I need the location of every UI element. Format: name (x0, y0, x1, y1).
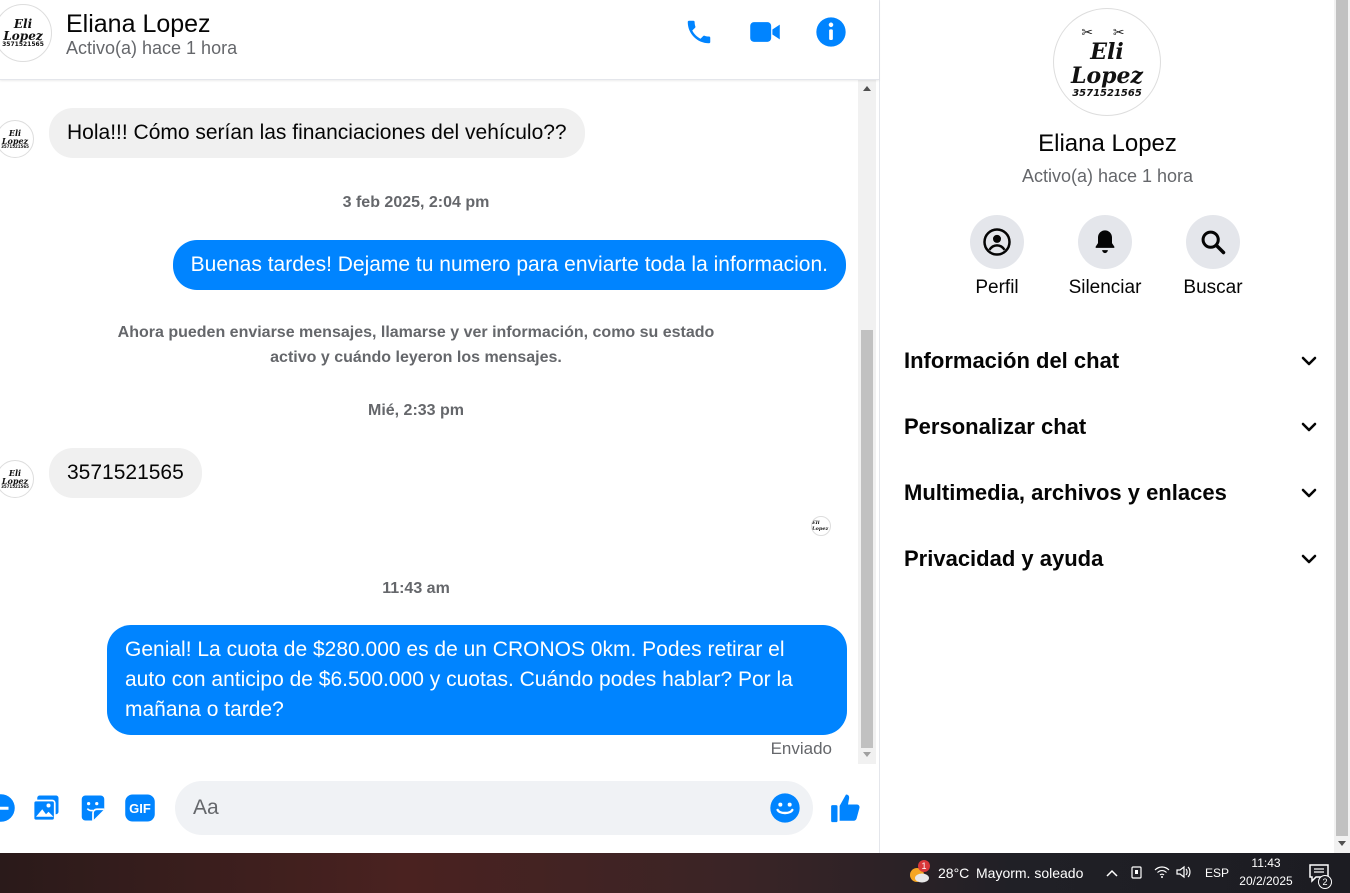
info-icon[interactable] (813, 14, 849, 50)
profile-action-label: Perfil (975, 277, 1019, 298)
section-title: Privacidad y ayuda (904, 546, 1104, 571)
search-action-button[interactable]: Buscar (1163, 215, 1263, 299)
composer: GIF (0, 764, 879, 853)
avatar-logo-phone: 3571521565 (1072, 88, 1142, 100)
volume-icon[interactable] (1176, 865, 1192, 884)
avatar-logo-phone: 3571521565 (1, 144, 29, 149)
temperature[interactable]: 28°C (938, 865, 969, 881)
chevron-down-icon (1301, 422, 1317, 432)
profile-avatar[interactable]: ✂ ✂ Eli Lopez 3571521565 (1053, 8, 1161, 116)
search-icon (1186, 215, 1240, 269)
scroll-thumb[interactable] (861, 330, 873, 748)
section-title: Personalizar chat (904, 414, 1087, 439)
section-chat-info[interactable]: Información del chat (904, 336, 1319, 386)
page-scroll-down-arrow[interactable] (1338, 841, 1346, 846)
image-icon[interactable] (29, 791, 63, 825)
timestamp: 11:43 am (382, 580, 450, 597)
outgoing-message[interactable]: Genial! La cuota de $280.000 es de un CR… (107, 625, 847, 735)
seen-indicator-avatar: Eli Lopez (811, 516, 831, 536)
mute-action-label: Silenciar (1068, 277, 1142, 298)
chevron-up-icon[interactable] (1105, 866, 1119, 884)
chat-header: Eli Lopez 3571521565 Eliana Lopez Activo… (0, 0, 879, 80)
sender-avatar[interactable]: Eli Lopez 3571521565 (0, 120, 34, 158)
contact-name[interactable]: Eliana Lopez (66, 10, 211, 39)
message-thread[interactable]: Eli Lopez 3571521565 Hola!!! Cómo serían… (0, 80, 858, 764)
chevron-down-icon (1301, 554, 1317, 564)
profile-status: Activo(a) hace 1 hora (1021, 166, 1194, 186)
system-message: Ahora pueden enviarse mensajes, llamarse… (80, 320, 752, 370)
chevron-down-icon (1301, 356, 1317, 366)
profile-action-button[interactable]: Perfil (947, 215, 1047, 299)
like-thumbs-up-icon[interactable] (829, 791, 863, 825)
page-scroll-thumb[interactable] (1336, 0, 1348, 836)
section-privacy-help[interactable]: Privacidad y ayuda (904, 534, 1319, 584)
gif-label: GIF (129, 800, 151, 816)
clock-date[interactable]: 20/2/2025 (1236, 874, 1296, 888)
contact-status: Activo(a) hace 1 hora (66, 38, 238, 58)
scroll-down-arrow[interactable] (863, 752, 871, 757)
gif-icon[interactable]: GIF (123, 791, 157, 825)
avatar-logo-name: Eli Lopez (812, 520, 829, 532)
scroll-up-arrow[interactable] (863, 86, 871, 91)
messenger-app: Eli Lopez 3571521565 Eliana Lopez Activo… (0, 0, 1350, 853)
meet-icon[interactable] (1130, 865, 1144, 886)
conversation-info-panel: ✂ ✂ Eli Lopez 3571521565 Eliana Lopez Ac… (879, 0, 1334, 853)
profile-name: Eliana Lopez (1038, 130, 1177, 157)
chevron-down-icon (1301, 488, 1317, 498)
avatar-logo-name: Eli Lopez (3, 17, 43, 43)
mute-action-button[interactable]: Silenciar (1055, 215, 1155, 299)
search-action-label: Buscar (1183, 277, 1243, 298)
weather-badge: 1 (918, 860, 930, 872)
avatar-logo-name: Eli Lopez (1, 128, 29, 146)
avatar-logo-phone: 3571521565 (2, 41, 44, 48)
sender-avatar[interactable]: Eli Lopez 3571521565 (0, 460, 34, 498)
section-customize-chat[interactable]: Personalizar chat (904, 402, 1319, 452)
plus-circle-icon[interactable] (0, 791, 18, 825)
weather-description[interactable]: Mayorm. soleado (976, 865, 1083, 881)
chat-column: Eli Lopez 3571521565 Eliana Lopez Activo… (0, 0, 879, 853)
windows-taskbar: 1 28°C Mayorm. soleado ESP 11:43 20/2/20… (0, 853, 1350, 893)
incoming-message[interactable]: 3571521565 (49, 448, 202, 498)
avatar-logo-name: Eli Lopez (1070, 39, 1143, 90)
section-media-files-links[interactable]: Multimedia, archivos y enlaces (904, 468, 1319, 518)
emoji-icon[interactable] (768, 791, 802, 825)
avatar-decoration: ✂ ✂ (1081, 23, 1133, 40)
system-message-line1: Ahora pueden enviarse mensajes, llamarse… (117, 324, 715, 341)
message-scrollbar[interactable] (858, 80, 876, 764)
avatar-logo-name: Eli Lopez (1, 468, 29, 486)
page-scrollbar[interactable] (1334, 0, 1350, 853)
section-title: Información del chat (904, 348, 1120, 373)
timestamp: 3 feb 2025, 2:04 pm (342, 194, 490, 211)
contact-avatar[interactable]: Eli Lopez 3571521565 (0, 4, 52, 62)
avatar-logo-phone: 3571521565 (1, 484, 29, 489)
phone-icon[interactable] (681, 14, 717, 50)
video-icon[interactable] (747, 14, 783, 50)
sent-status: Enviado (770, 739, 832, 758)
outgoing-message[interactable]: Buenas tardes! Dejame tu numero para env… (172, 240, 846, 290)
system-message-line2: activo y cuándo leyeron los mensajes. (270, 349, 562, 366)
input-language[interactable]: ESP (1205, 866, 1229, 880)
bell-icon (1078, 215, 1132, 269)
sticker-icon[interactable] (76, 791, 110, 825)
timestamp: Mié, 2:33 pm (367, 402, 465, 419)
incoming-message[interactable]: Hola!!! Cómo serían las financiaciones d… (49, 108, 585, 158)
wifi-icon[interactable] (1154, 865, 1170, 884)
message-input[interactable] (175, 781, 813, 835)
profile-icon (970, 215, 1024, 269)
clock-time[interactable]: 11:43 (1238, 856, 1294, 870)
section-title: Multimedia, archivos y enlaces (904, 480, 1227, 505)
notification-count-badge: 2 (1318, 875, 1332, 889)
